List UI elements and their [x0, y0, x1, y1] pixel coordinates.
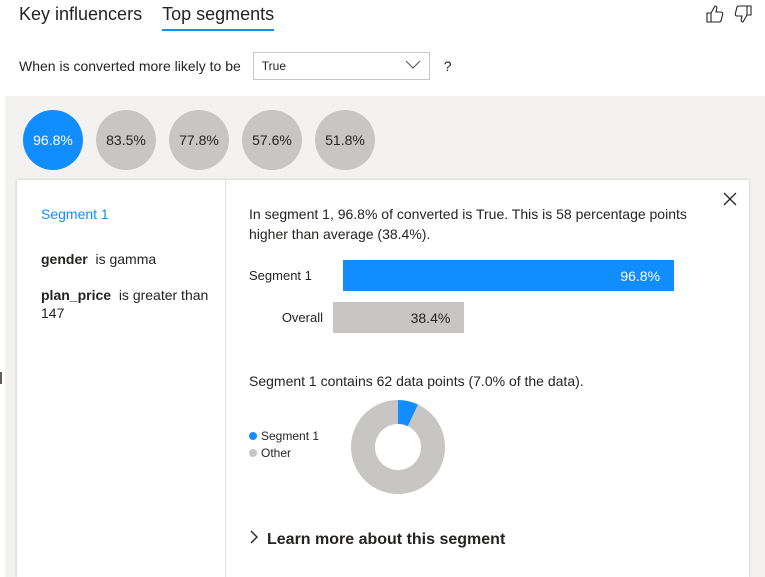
tab-top-segments[interactable]: Top segments — [162, 4, 275, 31]
dropdown-value: True — [261, 59, 286, 73]
segment-size-text: Segment 1 contains 62 data points (7.0% … — [249, 373, 584, 389]
bar-row-segment: Segment 1 96.8% — [249, 260, 675, 291]
segment-bubble-1[interactable]: 96.8% — [23, 110, 83, 170]
condition-field: plan_price — [41, 287, 112, 303]
legend-dot — [249, 449, 257, 457]
segment-detail-panel: Segment 1 gender is gamma plan_price is … — [17, 180, 749, 577]
thumbs-up-icon[interactable] — [705, 4, 725, 29]
segment-bubbles: 96.8% 83.5% 77.8% 57.6% 51.8% — [23, 110, 375, 170]
segment-conditions: Segment 1 gender is gamma plan_price is … — [17, 180, 226, 577]
tab-bar: Key influencers Top segments — [19, 4, 275, 31]
tab-key-influencers[interactable]: Key influencers — [19, 4, 142, 31]
legend-item-other: Other — [249, 445, 319, 462]
bar-row-overall: Overall 38.4% — [249, 302, 465, 333]
question-mark: ? — [443, 58, 452, 74]
legend-label: Other — [261, 446, 292, 460]
condition-field: gender — [41, 251, 88, 267]
bar-segment: 96.8% — [343, 260, 675, 291]
close-icon[interactable] — [721, 190, 739, 208]
segment-bubble-5[interactable]: 51.8% — [315, 110, 375, 170]
question-row: When is converted more likely to be True… — [19, 52, 452, 80]
segment-description: In segment 1, 96.8% of converted is True… — [249, 206, 687, 242]
donut-legend: Segment 1 Other — [249, 428, 319, 462]
legend-item-segment: Segment 1 — [249, 428, 319, 445]
bar-overall: 38.4% — [333, 302, 465, 333]
question-text: When is converted more likely to be — [19, 58, 241, 74]
legend-label: Segment 1 — [261, 429, 320, 443]
segment-bubble-2[interactable]: 83.5% — [96, 110, 156, 170]
target-value-dropdown[interactable]: True — [252, 52, 430, 80]
condition-item: gender is gamma — [41, 250, 211, 268]
condition-text: is gamma — [95, 251, 157, 267]
segment-bubble-4[interactable]: 57.6% — [242, 110, 302, 170]
bar-label-overall: Overall — [281, 310, 323, 325]
scroll-marker — [0, 372, 2, 384]
chevron-right-icon — [249, 530, 259, 549]
segment-title: Segment 1 — [41, 206, 109, 222]
bar-label-segment: Segment 1 — [249, 268, 312, 283]
legend-dot — [249, 432, 257, 440]
feedback-controls — [705, 4, 753, 29]
learn-more-label: Learn more about this segment — [267, 530, 506, 548]
segment-bubble-3[interactable]: 77.8% — [169, 110, 229, 170]
thumbs-down-icon[interactable] — [733, 4, 753, 29]
segment-donut-chart — [351, 400, 445, 494]
condition-item: plan_price is greater than 147 — [41, 286, 211, 322]
learn-more-link[interactable]: Learn more about this segment — [249, 530, 505, 549]
chevron-down-icon — [405, 59, 421, 73]
